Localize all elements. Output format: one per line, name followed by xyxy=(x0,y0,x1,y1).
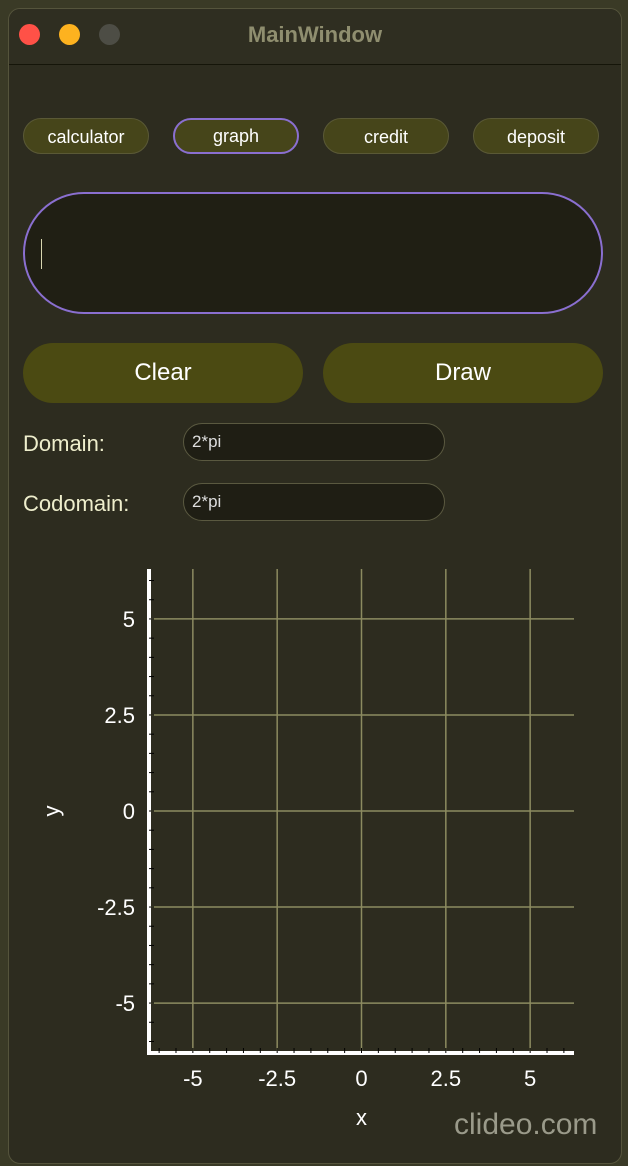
x-tick-label: 5 xyxy=(524,1066,536,1091)
x-tick-label: 0 xyxy=(355,1066,367,1091)
tab-graph[interactable]: graph xyxy=(173,118,299,154)
domain-label: Domain: xyxy=(23,431,105,456)
graph-plot[interactable]: -5 -2.5 0 2.5 5 -5 -2.5 0 2.5 5 x y xyxy=(9,549,621,1149)
codomain-input[interactable]: 2*pi xyxy=(183,483,445,521)
tab-credit[interactable]: credit xyxy=(323,118,449,154)
text-caret xyxy=(41,239,42,269)
x-tick-label: -2.5 xyxy=(258,1066,296,1091)
window-title: MainWindow xyxy=(247,22,383,47)
tab-calculator[interactable]: calculator xyxy=(23,118,149,154)
y-tick-label: 0 xyxy=(123,799,135,824)
y-tick-label: -2.5 xyxy=(97,895,135,920)
x-tick-label: 2.5 xyxy=(431,1066,462,1091)
y-axis-label: y xyxy=(39,806,64,817)
clear-button[interactable]: Clear xyxy=(23,343,303,403)
codomain-label: Codomain: xyxy=(23,491,130,516)
watermark: clideo.com xyxy=(454,1108,598,1141)
x-axis-label: x xyxy=(356,1105,367,1130)
tab-deposit[interactable]: deposit xyxy=(473,118,599,154)
expression-input[interactable] xyxy=(23,192,603,314)
y-tick-label: 2.5 xyxy=(104,703,135,728)
draw-button[interactable]: Draw xyxy=(323,343,603,403)
y-tick-label: 5 xyxy=(123,607,135,632)
domain-input[interactable]: 2*pi xyxy=(183,423,445,461)
y-tick-label: -5 xyxy=(115,991,135,1016)
main-window: MainWindow calculator graph credit depos… xyxy=(8,8,622,1164)
x-tick-label: -5 xyxy=(183,1066,203,1091)
title-bar: MainWindow xyxy=(9,9,621,65)
